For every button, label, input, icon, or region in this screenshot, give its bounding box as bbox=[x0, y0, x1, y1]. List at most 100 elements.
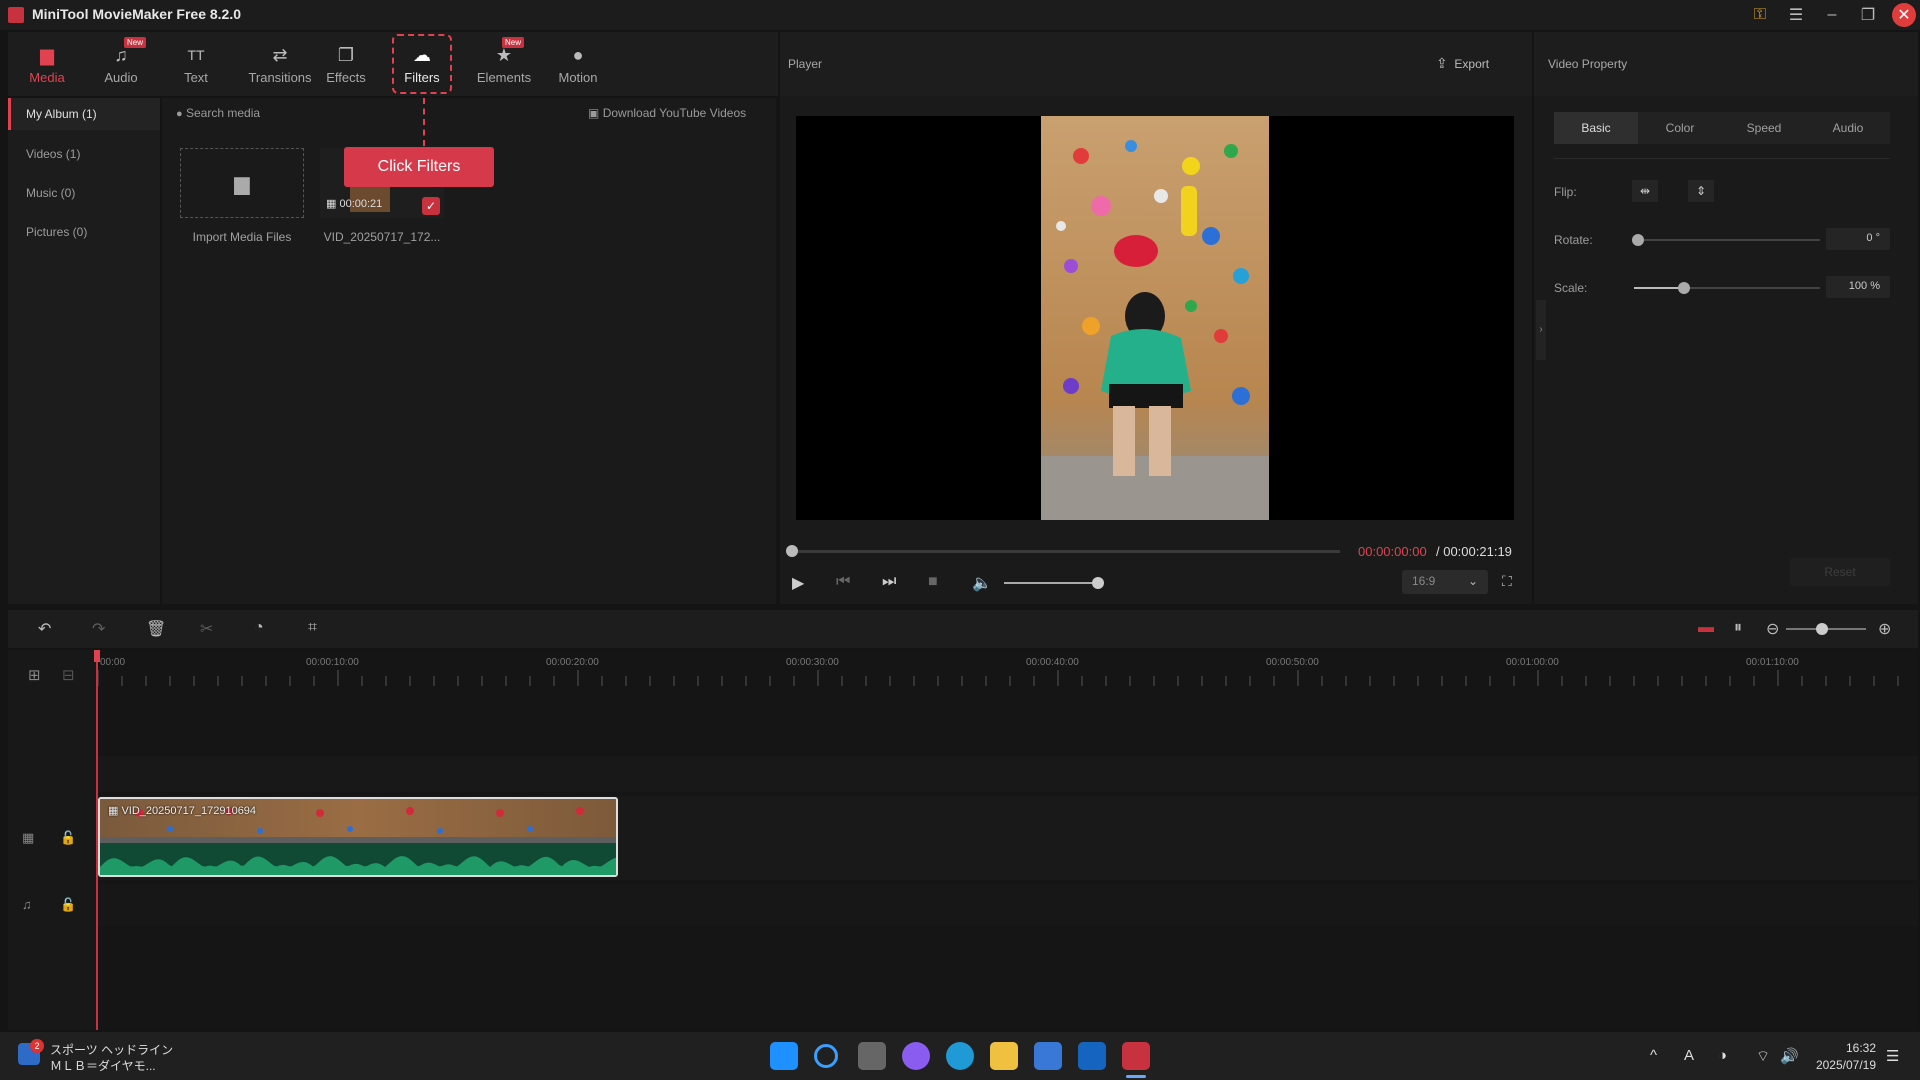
tool-effects[interactable]: ❐ Effects bbox=[311, 32, 381, 96]
rotate-value[interactable]: 0 ° bbox=[1826, 228, 1890, 250]
play-icon[interactable]: ▶ bbox=[792, 573, 804, 593]
empty-track-row bbox=[96, 756, 1918, 792]
add-track-icon[interactable]: ⊞ bbox=[28, 666, 41, 684]
next-frame-icon[interactable]: ⏭ bbox=[882, 573, 896, 591]
export-button[interactable]: ⇪ Export bbox=[1436, 55, 1489, 72]
download-youtube-button[interactable]: ▣ Download YouTube Videos bbox=[588, 106, 746, 120]
timeline-video-clip[interactable]: ▦ VID_20250717_172910694 bbox=[98, 797, 618, 877]
fit-timeline-icon[interactable]: ⏸ bbox=[1734, 619, 1742, 637]
zoom-out-icon[interactable]: ⊖ bbox=[1766, 619, 1779, 639]
windows-start-icon[interactable] bbox=[770, 1042, 798, 1070]
snap-icon[interactable]: ▬ bbox=[1698, 619, 1714, 637]
news-headline[interactable]: スポーツ ヘッドライン bbox=[50, 1041, 173, 1058]
folder-icon: ▆ bbox=[40, 44, 54, 65]
chevron-right-icon[interactable]: › bbox=[1536, 300, 1546, 360]
moviemaker-taskbar-icon[interactable] bbox=[1122, 1042, 1150, 1070]
clock-date[interactable]: 2025/07/19 bbox=[1812, 1058, 1876, 1072]
playhead-handle[interactable] bbox=[94, 650, 100, 662]
crop-icon[interactable]: ⌗ bbox=[308, 619, 317, 637]
tab-speed[interactable]: Speed bbox=[1722, 112, 1806, 144]
progress-handle[interactable] bbox=[786, 545, 798, 557]
audio-track bbox=[96, 884, 1918, 926]
volume-slider[interactable] bbox=[1004, 582, 1098, 584]
file-explorer-icon[interactable] bbox=[990, 1042, 1018, 1070]
edge-browser-icon[interactable] bbox=[946, 1042, 974, 1070]
nav-music[interactable]: Music (0) bbox=[8, 177, 160, 209]
new-badge: New bbox=[124, 37, 147, 48]
main-toolbar: ▆ Media New ♫ Audio TT Text ⇄ Transition… bbox=[8, 32, 778, 96]
tab-basic[interactable]: Basic bbox=[1554, 112, 1638, 144]
tool-elements[interactable]: New ★ Elements bbox=[466, 32, 542, 96]
rotate-handle[interactable] bbox=[1632, 234, 1644, 246]
tool-motion[interactable]: ● Motion bbox=[543, 32, 613, 96]
undo-icon[interactable]: ↶ bbox=[38, 619, 51, 639]
film-icon: ▦ bbox=[326, 198, 337, 210]
rotate-slider[interactable] bbox=[1634, 239, 1820, 241]
timeline-clip-name: ▦ VID_20250717_172910694 bbox=[108, 804, 256, 817]
ime-icon[interactable]: A bbox=[1684, 1047, 1694, 1064]
reset-button[interactable]: Reset bbox=[1790, 558, 1890, 586]
volume-handle[interactable] bbox=[1092, 577, 1104, 589]
outlook-icon[interactable] bbox=[1078, 1042, 1106, 1070]
task-view-icon[interactable] bbox=[858, 1042, 886, 1070]
playhead[interactable] bbox=[96, 650, 98, 1030]
nav-my-album[interactable]: My Album (1) bbox=[8, 98, 160, 130]
lock-icon[interactable]: 🔓 bbox=[60, 830, 76, 846]
sync-icon[interactable]: ◑ bbox=[1718, 1047, 1727, 1064]
key-icon[interactable]: ⚿ bbox=[1742, 0, 1778, 30]
nav-videos[interactable]: Videos (1) bbox=[8, 138, 160, 170]
timeline-toolbar bbox=[8, 610, 1918, 648]
tool-filters-label: Filters bbox=[404, 69, 440, 85]
video-track-icon: ▦ bbox=[22, 830, 35, 845]
aspect-ratio-select[interactable]: 16:9 ⌄ bbox=[1402, 570, 1488, 594]
scale-handle[interactable] bbox=[1678, 282, 1690, 294]
minimize-button[interactable]: – bbox=[1814, 0, 1850, 30]
zoom-in-icon[interactable]: ⊕ bbox=[1878, 619, 1891, 639]
microsoft-store-icon[interactable] bbox=[1034, 1042, 1062, 1070]
chevron-up-icon[interactable]: ^ bbox=[1650, 1047, 1657, 1064]
scale-value[interactable]: 100 % bbox=[1826, 276, 1890, 298]
notifications-icon[interactable]: ☰ bbox=[1886, 1047, 1899, 1065]
previous-frame-icon[interactable]: ⏮ bbox=[836, 573, 850, 591]
tool-media[interactable]: ▆ Media bbox=[12, 32, 82, 96]
wifi-icon[interactable]: ⌔ bbox=[1756, 1047, 1770, 1066]
flip-vertical-icon[interactable]: ⇕ bbox=[1688, 180, 1714, 202]
cloud-filter-icon: ☁ bbox=[413, 44, 431, 65]
playback-progress-bar[interactable] bbox=[792, 550, 1340, 553]
speaker-icon[interactable]: 🔊 bbox=[1780, 1047, 1799, 1065]
nav-pictures[interactable]: Pictures (0) bbox=[8, 216, 160, 248]
menu-icon[interactable]: ☰ bbox=[1778, 0, 1814, 30]
check-icon[interactable]: ✓ bbox=[422, 197, 440, 215]
clock-time[interactable]: 16:32 bbox=[1812, 1041, 1876, 1055]
flip-horizontal-icon[interactable]: ⇹ bbox=[1632, 180, 1658, 202]
tool-text[interactable]: TT Text bbox=[161, 32, 231, 96]
delete-icon[interactable]: 🗑 bbox=[146, 619, 166, 639]
copilot-icon[interactable] bbox=[902, 1042, 930, 1070]
tool-media-label: Media bbox=[29, 69, 65, 85]
tab-color[interactable]: Color bbox=[1638, 112, 1722, 144]
new-badge: New bbox=[502, 37, 525, 48]
import-media-button[interactable]: ▆ bbox=[180, 148, 304, 218]
remove-track-icon[interactable]: ⊟ bbox=[62, 666, 75, 684]
redo-icon[interactable]: ↷ bbox=[92, 619, 105, 639]
search-input[interactable]: ● Search media bbox=[176, 106, 260, 120]
search-icon[interactable] bbox=[814, 1044, 838, 1068]
fullscreen-icon[interactable]: ⛶ bbox=[1502, 573, 1512, 590]
maximize-button[interactable]: ❐ bbox=[1850, 0, 1886, 30]
news-subline[interactable]: ＭＬＢ＝ダイヤモ... bbox=[50, 1057, 156, 1074]
split-scissors-icon[interactable]: ✂ bbox=[200, 619, 213, 639]
tool-filters[interactable]: ☁ Filters bbox=[392, 34, 452, 94]
close-button[interactable]: ✕ bbox=[1892, 3, 1916, 27]
lock-icon[interactable]: 🔓 bbox=[60, 897, 76, 913]
export-label: Export bbox=[1454, 57, 1490, 71]
speed-gauge-icon[interactable]: ◔ bbox=[254, 619, 264, 637]
zoom-handle[interactable] bbox=[1816, 623, 1828, 635]
import-media-label: Import Media Files bbox=[192, 230, 292, 244]
total-time: / 00:00:21:19 bbox=[1436, 544, 1512, 559]
stop-icon[interactable]: ■ bbox=[928, 573, 938, 591]
chevron-down-icon: ⌄ bbox=[1467, 574, 1478, 588]
time-ruler[interactable] bbox=[96, 650, 1918, 686]
volume-icon[interactable]: 🔈 bbox=[972, 573, 992, 593]
tool-audio[interactable]: New ♫ Audio bbox=[86, 32, 156, 96]
tab-audio[interactable]: Audio bbox=[1806, 112, 1890, 144]
